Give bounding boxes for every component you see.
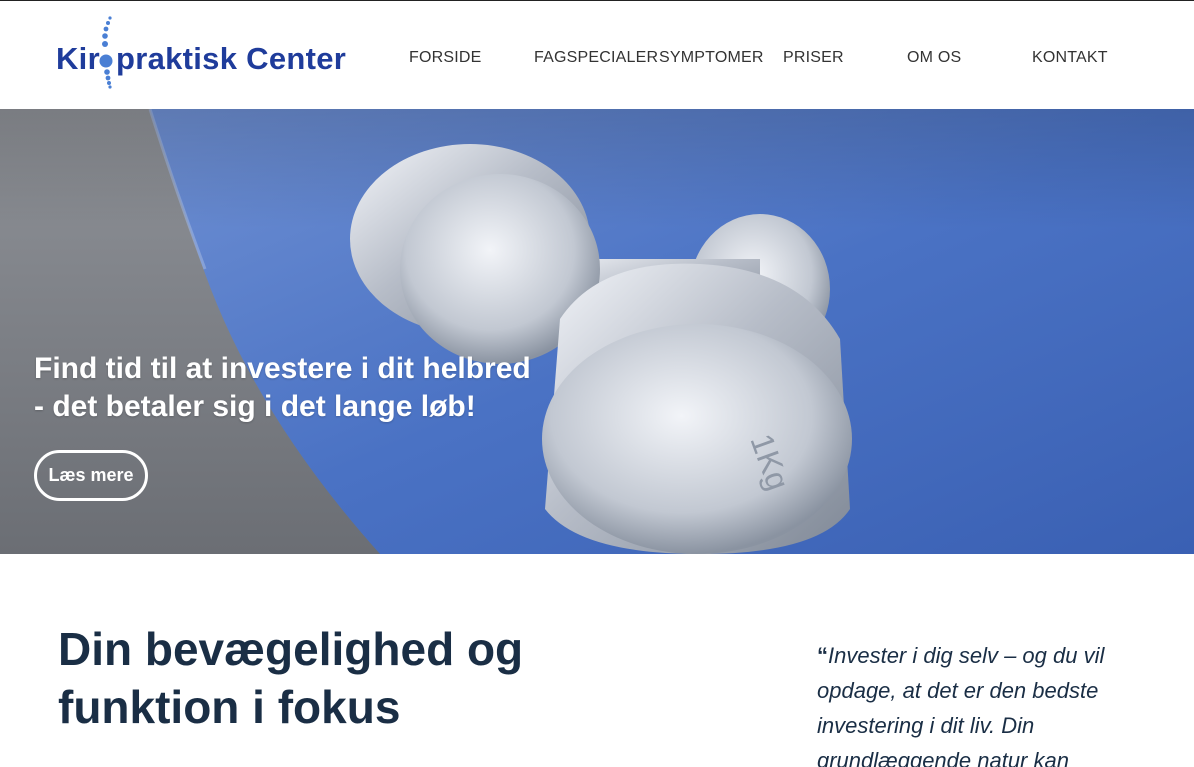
nav-item-kontakt[interactable]: KONTAKT <box>1032 49 1108 67</box>
hero-title-line2: - det betaler sig i det lange løb! <box>34 390 476 423</box>
logo-text: Kir praktisk Center <box>56 41 346 77</box>
section-heading-line1: Din bevægelighed og <box>58 623 524 675</box>
quote-text: Invester i dig selv – og du vil opdage, … <box>817 643 1105 767</box>
nav-item-priser[interactable]: PRISER <box>783 49 844 67</box>
nav-item-fagspecialer[interactable]: FAGSPECIALER <box>534 49 658 67</box>
read-more-button[interactable]: Læs mere <box>34 450 148 501</box>
quote-mark: “ <box>817 643 828 668</box>
hero-banner: 1Kg Find tid til at investere i dit helb… <box>0 109 1194 554</box>
hero-title-line1: Find tid til at investere i dit helbred <box>34 352 531 385</box>
logo-text-start: Kir <box>56 41 100 76</box>
nav-item-om-os[interactable]: OM OS <box>907 49 961 67</box>
nav-item-forside[interactable]: FORSIDE <box>409 49 482 67</box>
nav-item-symptomer[interactable]: SYMPTOMER <box>659 49 764 67</box>
site-header: Kir praktisk Center FORSIDE FAGSPECIALER … <box>0 0 1194 109</box>
section-heading: Din bevægelighed og funktion i fokus <box>58 620 578 736</box>
section-heading-line2: funktion i fokus <box>58 681 401 733</box>
hero-title: Find tid til at investere i dit helbred … <box>34 350 554 426</box>
dumbbell-hero-image: 1Kg <box>0 109 1194 554</box>
logo[interactable]: Kir praktisk Center <box>56 15 366 89</box>
logo-text-end: praktisk Center <box>115 41 347 76</box>
quote-block: “Invester i dig selv – og du vil opdage,… <box>817 638 1157 767</box>
